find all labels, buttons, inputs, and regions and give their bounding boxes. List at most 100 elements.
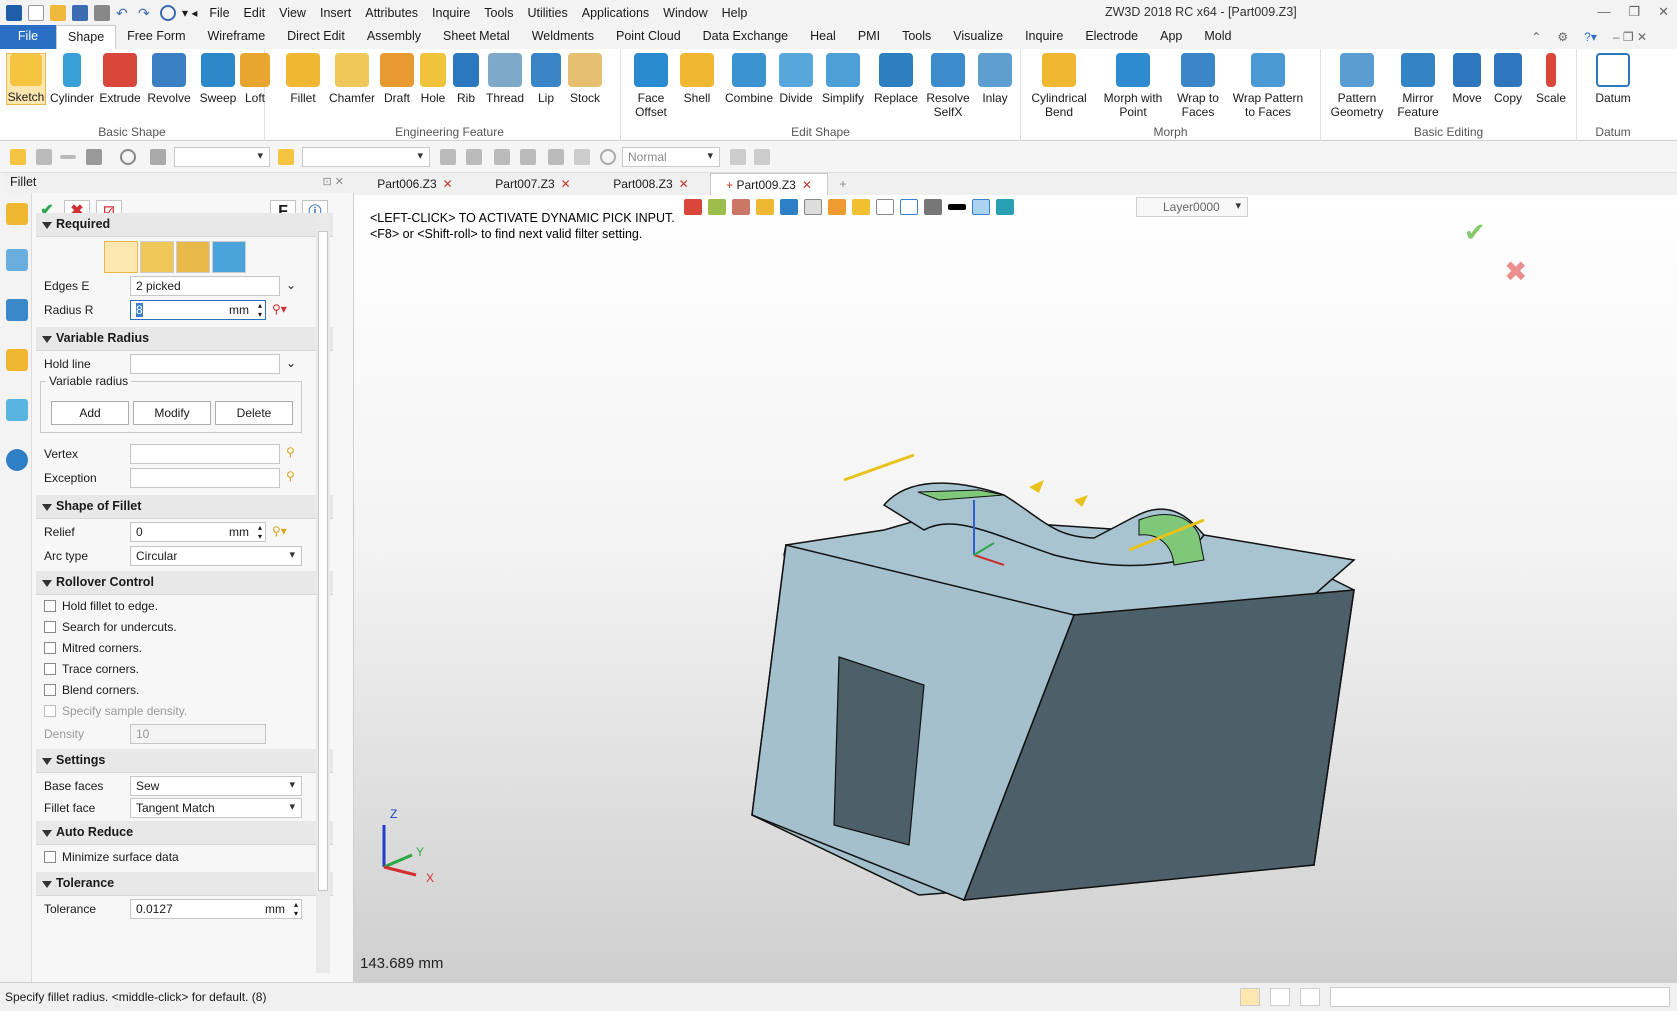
new-file-icon[interactable] (28, 4, 44, 21)
extrude-button[interactable]: Extrude (98, 53, 142, 105)
menu-attributes[interactable]: Attributes (365, 6, 418, 20)
close-tab-icon[interactable]: ✕ (802, 178, 812, 192)
fillet-type-face-icon[interactable] (140, 241, 174, 273)
fillet-type-vertex-icon[interactable] (212, 241, 246, 273)
pick-arrow-icon[interactable] (10, 149, 26, 165)
copy-button[interactable]: Copy (1489, 53, 1527, 105)
cylindrical-bend-button[interactable]: Cylindrical Bend (1027, 53, 1091, 119)
modify-button[interactable]: Modify (133, 401, 211, 425)
close-tab-icon[interactable]: ✕ (443, 177, 453, 191)
close-tab-icon[interactable]: ✕ (679, 177, 689, 191)
measure-icon[interactable]: ⚲▾ (272, 524, 287, 538)
delete-button[interactable]: Delete (215, 401, 293, 425)
assembly-tree-icon[interactable] (6, 299, 28, 321)
tab-shape[interactable]: Shape (56, 25, 117, 49)
menu-help[interactable]: Help (722, 6, 748, 20)
tab-sheet-metal[interactable]: Sheet Metal (432, 25, 521, 49)
tab-heal[interactable]: Heal (799, 25, 847, 49)
slot-face[interactable] (833, 656, 925, 846)
pick-add-icon[interactable] (36, 149, 52, 165)
user-icon[interactable] (6, 449, 28, 471)
save-icon[interactable] (72, 4, 88, 21)
redo-icon[interactable]: ↷ (138, 5, 154, 21)
new-tab-icon[interactable]: + (828, 173, 858, 195)
measure-icon[interactable]: ⚲▾ (272, 302, 287, 316)
trace-corners-checkbox[interactable]: Trace corners. (44, 662, 139, 676)
hold-line-field[interactable] (130, 354, 280, 374)
loft-button[interactable]: Loft (238, 53, 272, 105)
doc-tab-part006[interactable]: Part006.Z3 ✕ (356, 173, 474, 195)
pattern-geometry-button[interactable]: Pattern Geometry (1327, 53, 1387, 119)
density-input[interactable]: 10 (130, 724, 266, 744)
resolve-selfx-button[interactable]: Resolve SelfX (923, 53, 973, 119)
relief-input[interactable]: 0 mm ▴ ▾ (130, 522, 266, 542)
hole-button[interactable]: Hole (415, 53, 451, 105)
cylinder-button[interactable]: Cylinder (48, 53, 96, 105)
divide-button[interactable]: Divide (777, 53, 815, 105)
datum-button[interactable]: Datum (1591, 53, 1635, 105)
expand-chevron-icon[interactable]: ⌄ (286, 356, 296, 370)
pick-lasso-icon[interactable] (120, 149, 136, 165)
tab-pmi[interactable]: PMI (847, 25, 891, 49)
command-input[interactable] (1330, 987, 1670, 1007)
settings-gear-icon[interactable]: ⚙ (1557, 30, 1568, 44)
tab-data-exchange[interactable]: Data Exchange (692, 25, 799, 49)
tolerance-input[interactable]: 0.0127 mm ▴ ▾ (130, 899, 302, 919)
tab-point-cloud[interactable]: Point Cloud (605, 25, 692, 49)
move-button[interactable]: Move (1447, 53, 1487, 105)
scale-button[interactable]: Scale (1531, 53, 1571, 105)
section-settings[interactable]: Settings (36, 749, 333, 773)
pick-point-icon[interactable]: ⚲ (286, 469, 295, 483)
scrollbar-thumb[interactable] (318, 231, 328, 891)
face-offset-button[interactable]: Face Offset (629, 53, 673, 119)
collapse-ribbon-icon[interactable]: ⌃ (1531, 30, 1541, 44)
close-window-icon[interactable]: ✕ (1658, 4, 1669, 20)
lip-button[interactable]: Lip (529, 53, 563, 105)
drag-handle-icon[interactable] (1074, 495, 1088, 507)
section-shape-of-fillet[interactable]: Shape of Fillet (36, 495, 333, 519)
minimize-surface-checkbox[interactable]: Minimize surface data (44, 850, 179, 864)
doc-tab-part009[interactable]: + Part009.Z3 ✕ (710, 173, 828, 195)
spinner-icon[interactable]: ▴ ▾ (258, 523, 262, 541)
search-undercuts-checkbox[interactable]: Search for undercuts. (44, 620, 177, 634)
snap-grid-icon[interactable] (466, 149, 482, 165)
screen-icon[interactable] (1270, 988, 1290, 1006)
print-icon[interactable] (94, 4, 110, 21)
menu-edit[interactable]: Edit (244, 6, 266, 20)
filter-icon[interactable] (150, 149, 166, 165)
doc-tab-part007[interactable]: Part007.Z3 ✕ (474, 173, 592, 195)
section-rollover-control[interactable]: Rollover Control (36, 571, 333, 595)
restore-icon[interactable]: ❐ (1628, 4, 1640, 20)
vertex-field[interactable] (130, 444, 280, 464)
sketch-button[interactable]: Sketch (6, 53, 46, 105)
close-tab-icon[interactable]: ✕ (561, 177, 571, 191)
menu-insert[interactable]: Insert (320, 6, 351, 20)
customize-dropdown-icon[interactable]: ▾ ◂ (182, 6, 197, 20)
menu-view[interactable]: View (279, 6, 306, 20)
fillet-button[interactable]: Fillet (283, 53, 323, 105)
sample-density-checkbox[interactable]: Specify sample density. (44, 704, 187, 718)
section-auto-reduce[interactable]: Auto Reduce (36, 821, 333, 845)
image-icon[interactable] (6, 399, 28, 421)
thread-button[interactable]: Thread (483, 53, 527, 105)
filter-select-2[interactable] (302, 147, 430, 167)
settings-icon[interactable] (600, 149, 616, 165)
menu-inquire[interactable]: Inquire (432, 6, 470, 20)
regen-icon[interactable] (160, 4, 176, 21)
tab-wireframe[interactable]: Wireframe (197, 25, 277, 49)
tab-direct-edit[interactable]: Direct Edit (276, 25, 356, 49)
arc-type-select[interactable]: Circular (130, 546, 302, 566)
pick-point-icon[interactable]: ⚲ (286, 445, 295, 459)
3d-viewport[interactable]: Layer0000 <LEFT-CLICK> TO ACTIVATE DYNAM… (354, 195, 1677, 982)
align-3-icon[interactable] (548, 149, 564, 165)
rib-button[interactable]: Rib (451, 53, 481, 105)
align-icon[interactable] (494, 149, 510, 165)
morph-with-point-button[interactable]: Morph with Point (1101, 53, 1165, 119)
open-file-icon[interactable] (50, 4, 66, 21)
section-tolerance[interactable]: Tolerance (36, 872, 333, 896)
radius-input[interactable]: 8 mm ▴ ▾ (130, 300, 266, 320)
help-icon[interactable]: ?▾ (1584, 30, 1597, 44)
list-icon[interactable] (1300, 988, 1320, 1006)
tab-visualize[interactable]: Visualize (942, 25, 1014, 49)
fillet-type-edge-icon[interactable] (104, 241, 138, 273)
